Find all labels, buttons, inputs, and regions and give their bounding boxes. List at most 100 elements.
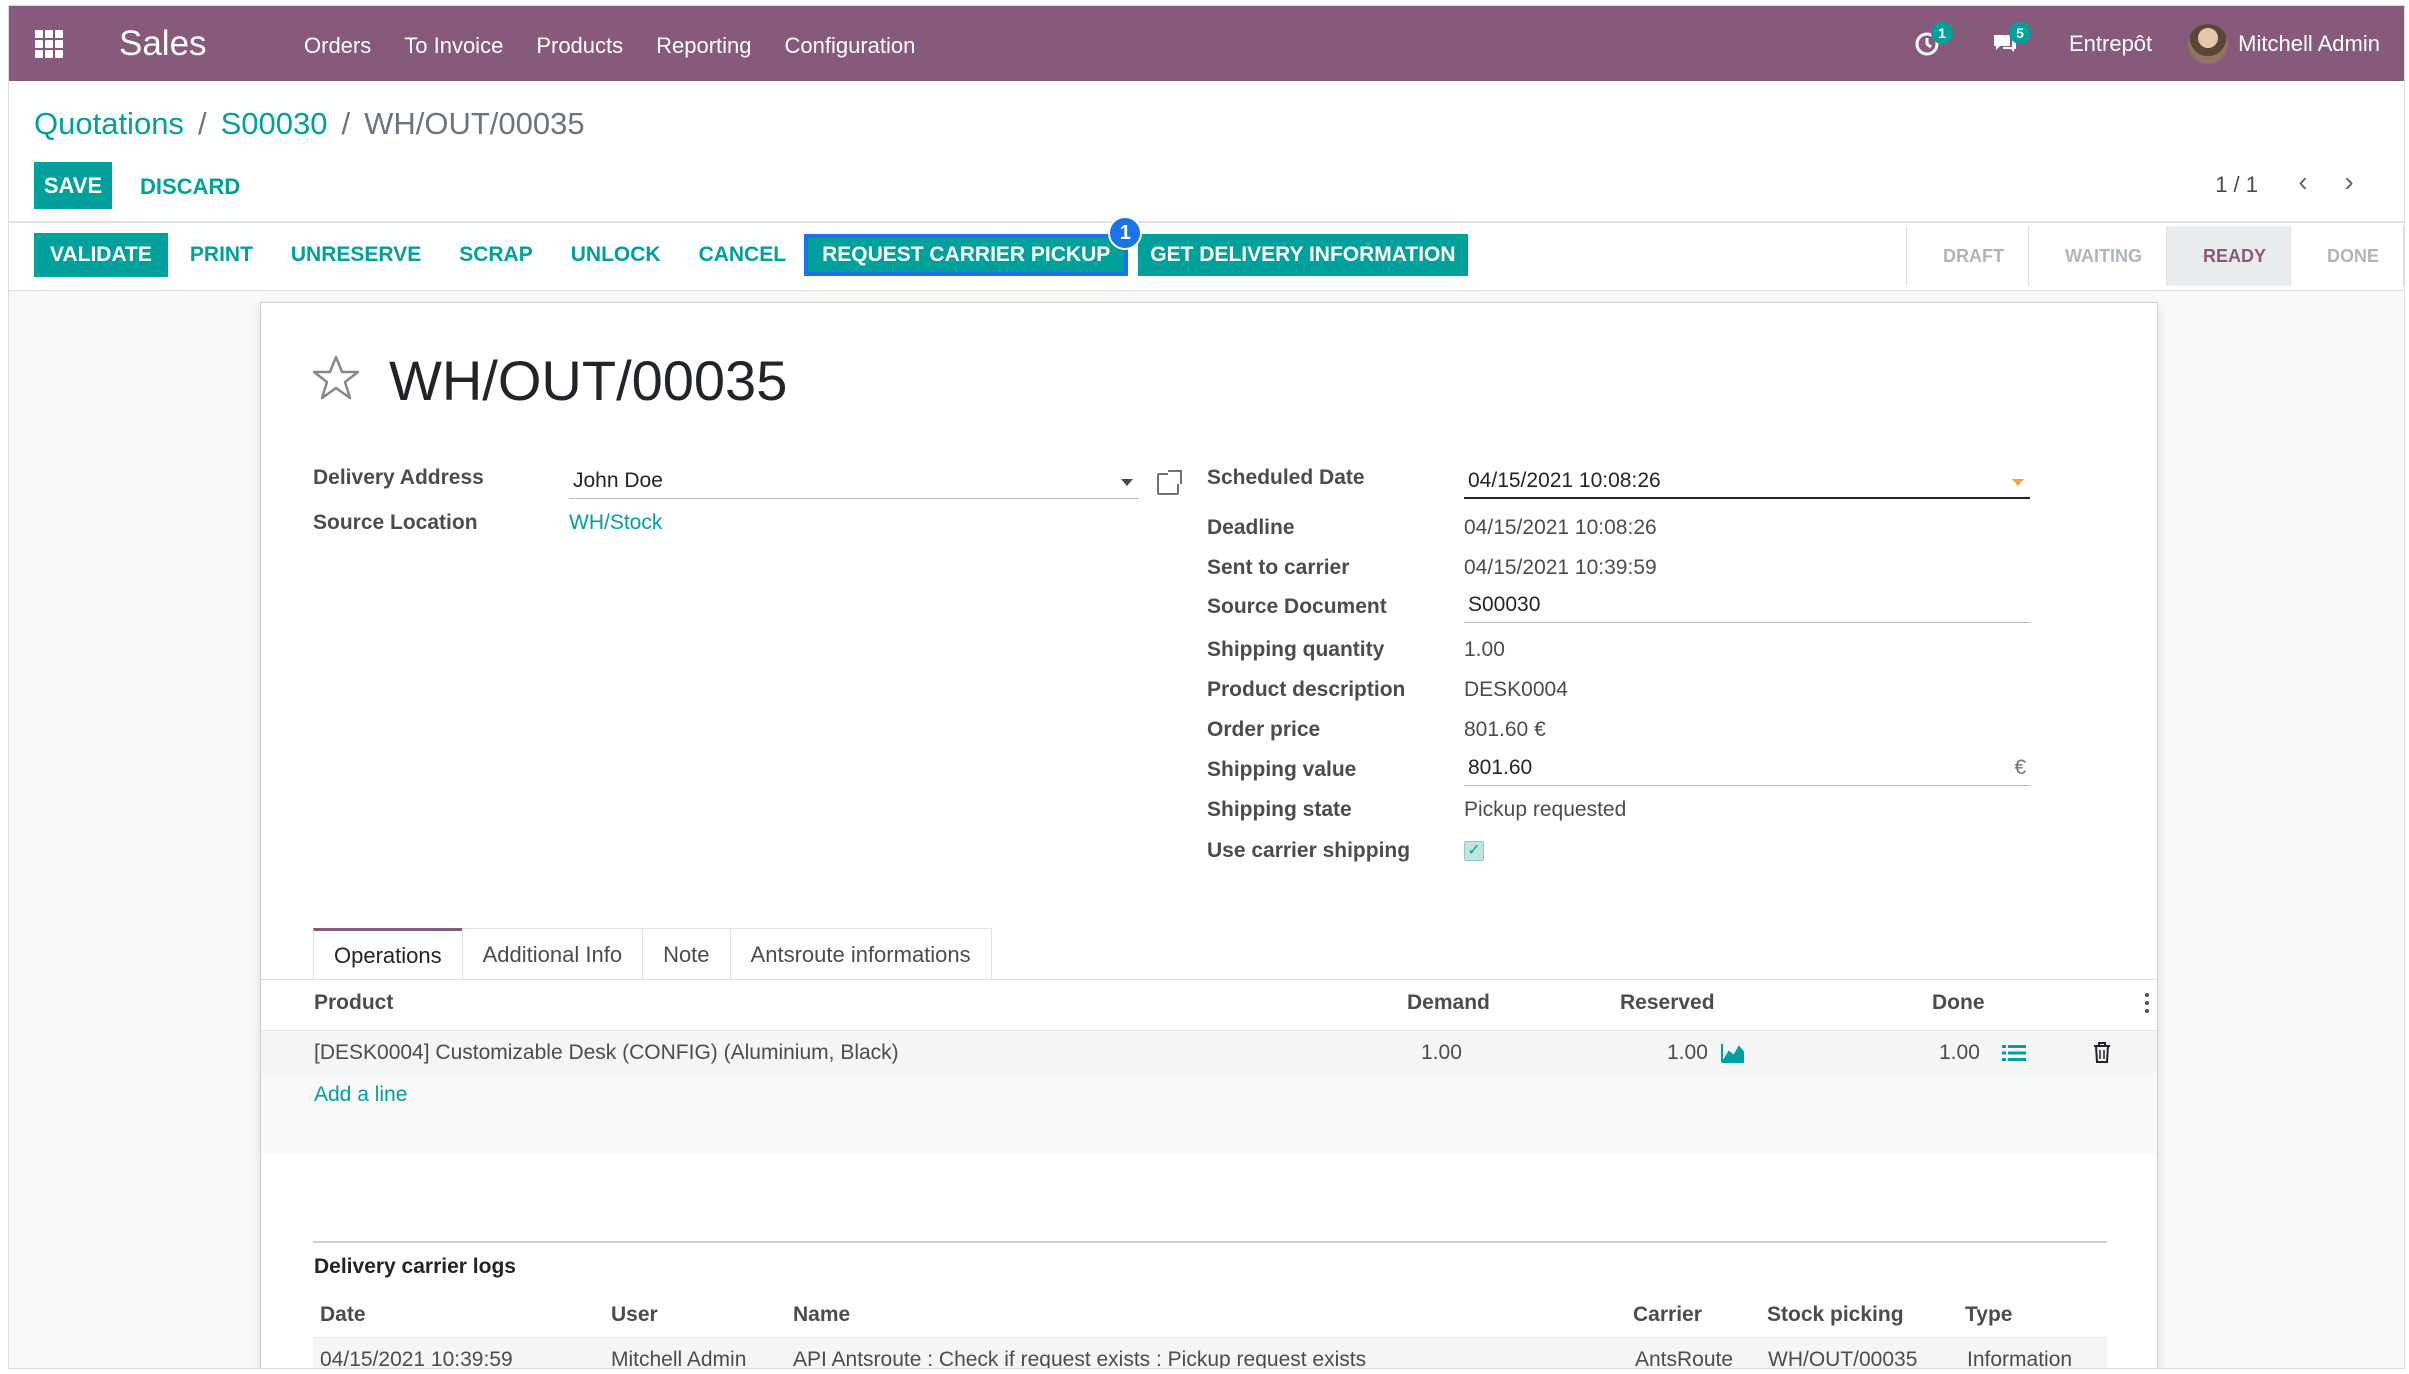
log-user: Mitchell Admin <box>611 1348 747 1369</box>
column-product[interactable]: Product <box>314 991 393 1015</box>
menu-configuration[interactable]: Configuration <box>785 32 916 60</box>
stage-ready: READY <box>2166 226 2291 286</box>
app-window: Sales Orders To Invoice Products Reporti… <box>8 5 2405 1369</box>
row-product: [DESK0004] Customizable Desk (CONFIG) (A… <box>314 1041 899 1064</box>
delivery-address-field[interactable]: John Doe <box>569 465 1139 499</box>
tab-antsroute-informations[interactable]: Antsroute informations <box>729 928 992 980</box>
header-divider <box>9 221 2404 223</box>
deadline-value: 04/15/2021 10:08:26 <box>1464 516 1657 539</box>
stage-draft: DRAFT <box>1907 226 2029 286</box>
control-panel: Quotations / S00030 / WH/OUT/00035 SAVE … <box>9 81 2404 291</box>
log-date: 04/15/2021 10:39:59 <box>320 1348 513 1369</box>
detailed-operations-list-icon[interactable] <box>2002 1043 2026 1063</box>
highlight-marker: 1 <box>1108 216 1143 250</box>
menu-orders[interactable]: Orders <box>304 32 371 60</box>
log-column-user[interactable]: User <box>611 1303 658 1327</box>
delete-trash-icon[interactable] <box>2093 1042 2111 1063</box>
log-column-carrier[interactable]: Carrier <box>1633 1303 1702 1327</box>
column-demand[interactable]: Demand <box>1407 991 1490 1015</box>
external-link-icon[interactable] <box>1157 470 1182 495</box>
forecast-chart-icon[interactable] <box>1721 1043 1745 1063</box>
shipping-value-input[interactable]: 801.60 € <box>1464 752 2030 786</box>
dropdown-caret-icon[interactable] <box>1121 479 1133 486</box>
row-reserved: 1.00 <box>1667 1041 1708 1064</box>
cancel-button[interactable]: CANCEL <box>699 233 787 277</box>
unreserve-button[interactable]: UNRESERVE <box>291 233 421 277</box>
scheduled-date-value: 04/15/2021 10:08:26 <box>1468 469 1661 492</box>
currency-symbol: € <box>2014 756 2026 779</box>
source-document-input[interactable]: S00030 <box>1464 589 2030 623</box>
menu-to-invoice[interactable]: To Invoice <box>404 32 503 60</box>
pager-previous-icon[interactable]: ‹ <box>2288 165 2318 199</box>
order-price-label: Order price <box>1207 718 1321 741</box>
column-reserved[interactable]: Reserved <box>1620 991 1715 1015</box>
optional-columns-icon[interactable] <box>2145 993 2149 1013</box>
source-document-value: S00030 <box>1468 593 1541 616</box>
row-done: 1.00 <box>1939 1041 1980 1064</box>
log-column-name[interactable]: Name <box>793 1303 850 1327</box>
user-menu[interactable]: Mitchell Admin <box>2238 31 2380 57</box>
request-carrier-pickup-button[interactable]: REQUEST CARRIER PICKUP 1 <box>804 216 1143 276</box>
apps-menu-icon[interactable] <box>35 30 63 58</box>
shipping-quantity-value: 1.00 <box>1464 638 1505 661</box>
table-row[interactable]: [DESK0004] Customizable Desk (CONFIG) (A… <box>261 1030 2157 1074</box>
save-button[interactable]: SAVE <box>34 162 112 209</box>
messages-chat-icon[interactable]: 5 <box>1991 22 2031 58</box>
log-name: API Antsroute : Check if request exists … <box>793 1348 1367 1369</box>
get-delivery-information-button[interactable]: GET DELIVERY INFORMATION <box>1138 234 1468 276</box>
empty-table-area <box>261 1074 2157 1154</box>
notebook-tabs: Operations Additional Info Note Antsrout… <box>313 928 992 980</box>
source-location-label: Source Location <box>313 511 478 534</box>
shipping-value-value: 801.60 <box>1468 756 1533 779</box>
product-description-value: DESK0004 <box>1464 678 1568 701</box>
status-bar: DRAFT WAITING READY DONE <box>1905 226 2404 286</box>
validate-button[interactable]: VALIDATE <box>34 233 168 277</box>
breadcrumb-order[interactable]: S00030 <box>221 105 328 143</box>
menu-reporting[interactable]: Reporting <box>656 32 751 60</box>
row-demand: 1.00 <box>1421 1041 1462 1064</box>
delivery-carrier-logs-title: Delivery carrier logs <box>314 1255 516 1278</box>
scrap-button[interactable]: SCRAP <box>459 233 533 277</box>
discard-button[interactable]: DISCARD <box>140 174 240 200</box>
app-name[interactable]: Sales <box>119 24 207 64</box>
log-column-stock-picking[interactable]: Stock picking <box>1767 1303 1904 1327</box>
source-location-link[interactable]: WH/Stock <box>569 511 662 535</box>
log-column-type[interactable]: Type <box>1965 1303 2012 1327</box>
shipping-value-label: Shipping value <box>1207 758 1357 781</box>
request-carrier-pickup-label: REQUEST CARRIER PICKUP <box>822 243 1111 266</box>
use-carrier-shipping-checkbox[interactable]: ✓ <box>1464 841 1484 861</box>
log-type: Information <box>1967 1348 2073 1369</box>
activity-clock-icon[interactable]: 1 <box>1913 22 1953 58</box>
scheduled-date-input[interactable]: 04/15/2021 10:08:26 <box>1464 465 2030 499</box>
main-menu: Orders To Invoice Products Reporting Con… <box>304 32 915 60</box>
pager-value[interactable]: 1 / 1 <box>2215 172 2258 198</box>
source-document-label: Source Document <box>1207 595 1387 618</box>
sent-to-carrier-label: Sent to carrier <box>1207 556 1350 579</box>
unlock-button[interactable]: UNLOCK <box>571 233 661 277</box>
messages-badge: 5 <box>2008 22 2031 44</box>
tab-divider <box>261 979 2157 980</box>
column-done[interactable]: Done <box>1932 991 1985 1015</box>
add-a-line-link[interactable]: Add a line <box>314 1083 407 1107</box>
favorite-star-icon[interactable] <box>311 353 361 403</box>
stage-done: DONE <box>2291 226 2404 286</box>
shipping-state-label: Shipping state <box>1207 798 1352 821</box>
tab-note[interactable]: Note <box>642 928 731 980</box>
product-description-label: Product description <box>1207 678 1406 701</box>
log-column-date[interactable]: Date <box>320 1303 366 1327</box>
date-picker-caret-icon[interactable] <box>2012 479 2024 486</box>
menu-products[interactable]: Products <box>536 32 623 60</box>
print-button[interactable]: PRINT <box>190 233 253 277</box>
log-carrier: AntsRoute <box>1635 1348 1734 1369</box>
breadcrumb-quotations[interactable]: Quotations <box>34 105 184 143</box>
user-avatar[interactable] <box>2188 24 2229 64</box>
shipping-state-value: Pickup requested <box>1464 798 1627 821</box>
sent-to-carrier-value: 04/15/2021 10:39:59 <box>1464 556 1657 579</box>
tab-operations[interactable]: Operations <box>313 928 463 980</box>
breadcrumb-separator: / <box>341 106 351 141</box>
pager-next-icon[interactable]: › <box>2334 165 2364 199</box>
log-stock-picking: WH/OUT/00035 <box>1768 1348 1918 1369</box>
order-price-value: 801.60 € <box>1464 718 1546 741</box>
company-switcher[interactable]: Entrepôt <box>2069 31 2152 57</box>
tab-additional-info[interactable]: Additional Info <box>461 928 644 980</box>
